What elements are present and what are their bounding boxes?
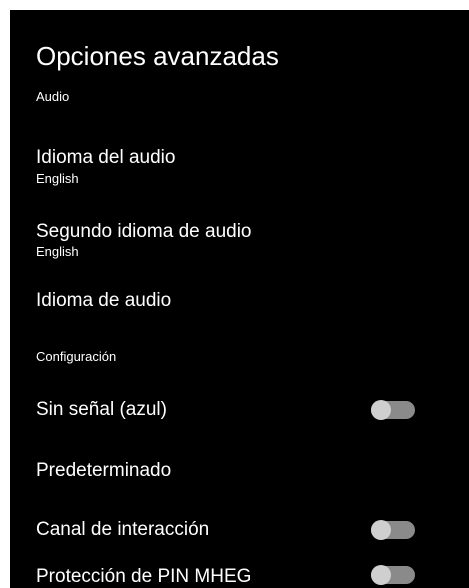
toggle-knob: [371, 565, 391, 585]
menu-item-label: Sin señal (azul): [36, 399, 167, 420]
toggle-switch-sin-senal[interactable]: [371, 400, 415, 420]
menu-item-label: Canal de interacción: [36, 519, 210, 540]
menu-item-label: Segundo idioma de audio: [36, 221, 252, 242]
advanced-options-panel: Opciones avanzadas Audio Idioma del audi…: [10, 10, 469, 588]
menu-item-label: Protección de PIN MHEG: [36, 566, 252, 587]
menu-item-label: Predeterminado: [36, 460, 172, 481]
toggle-knob: [371, 520, 391, 540]
toggle-knob: [371, 400, 391, 420]
page-title: Opciones avanzadas: [36, 41, 279, 71]
toggle-switch-canal-interaccion[interactable]: [371, 520, 415, 540]
menu-item-label: Idioma de audio: [36, 290, 172, 311]
menu-item-value: English: [36, 244, 79, 259]
section-header-configuracion: Configuración: [36, 349, 117, 364]
toggle-switch-proteccion-pin[interactable]: [371, 565, 415, 585]
menu-item-label: Idioma del audio: [36, 147, 176, 168]
menu-item-value: English: [36, 171, 79, 186]
section-header-audio: Audio: [36, 89, 70, 104]
